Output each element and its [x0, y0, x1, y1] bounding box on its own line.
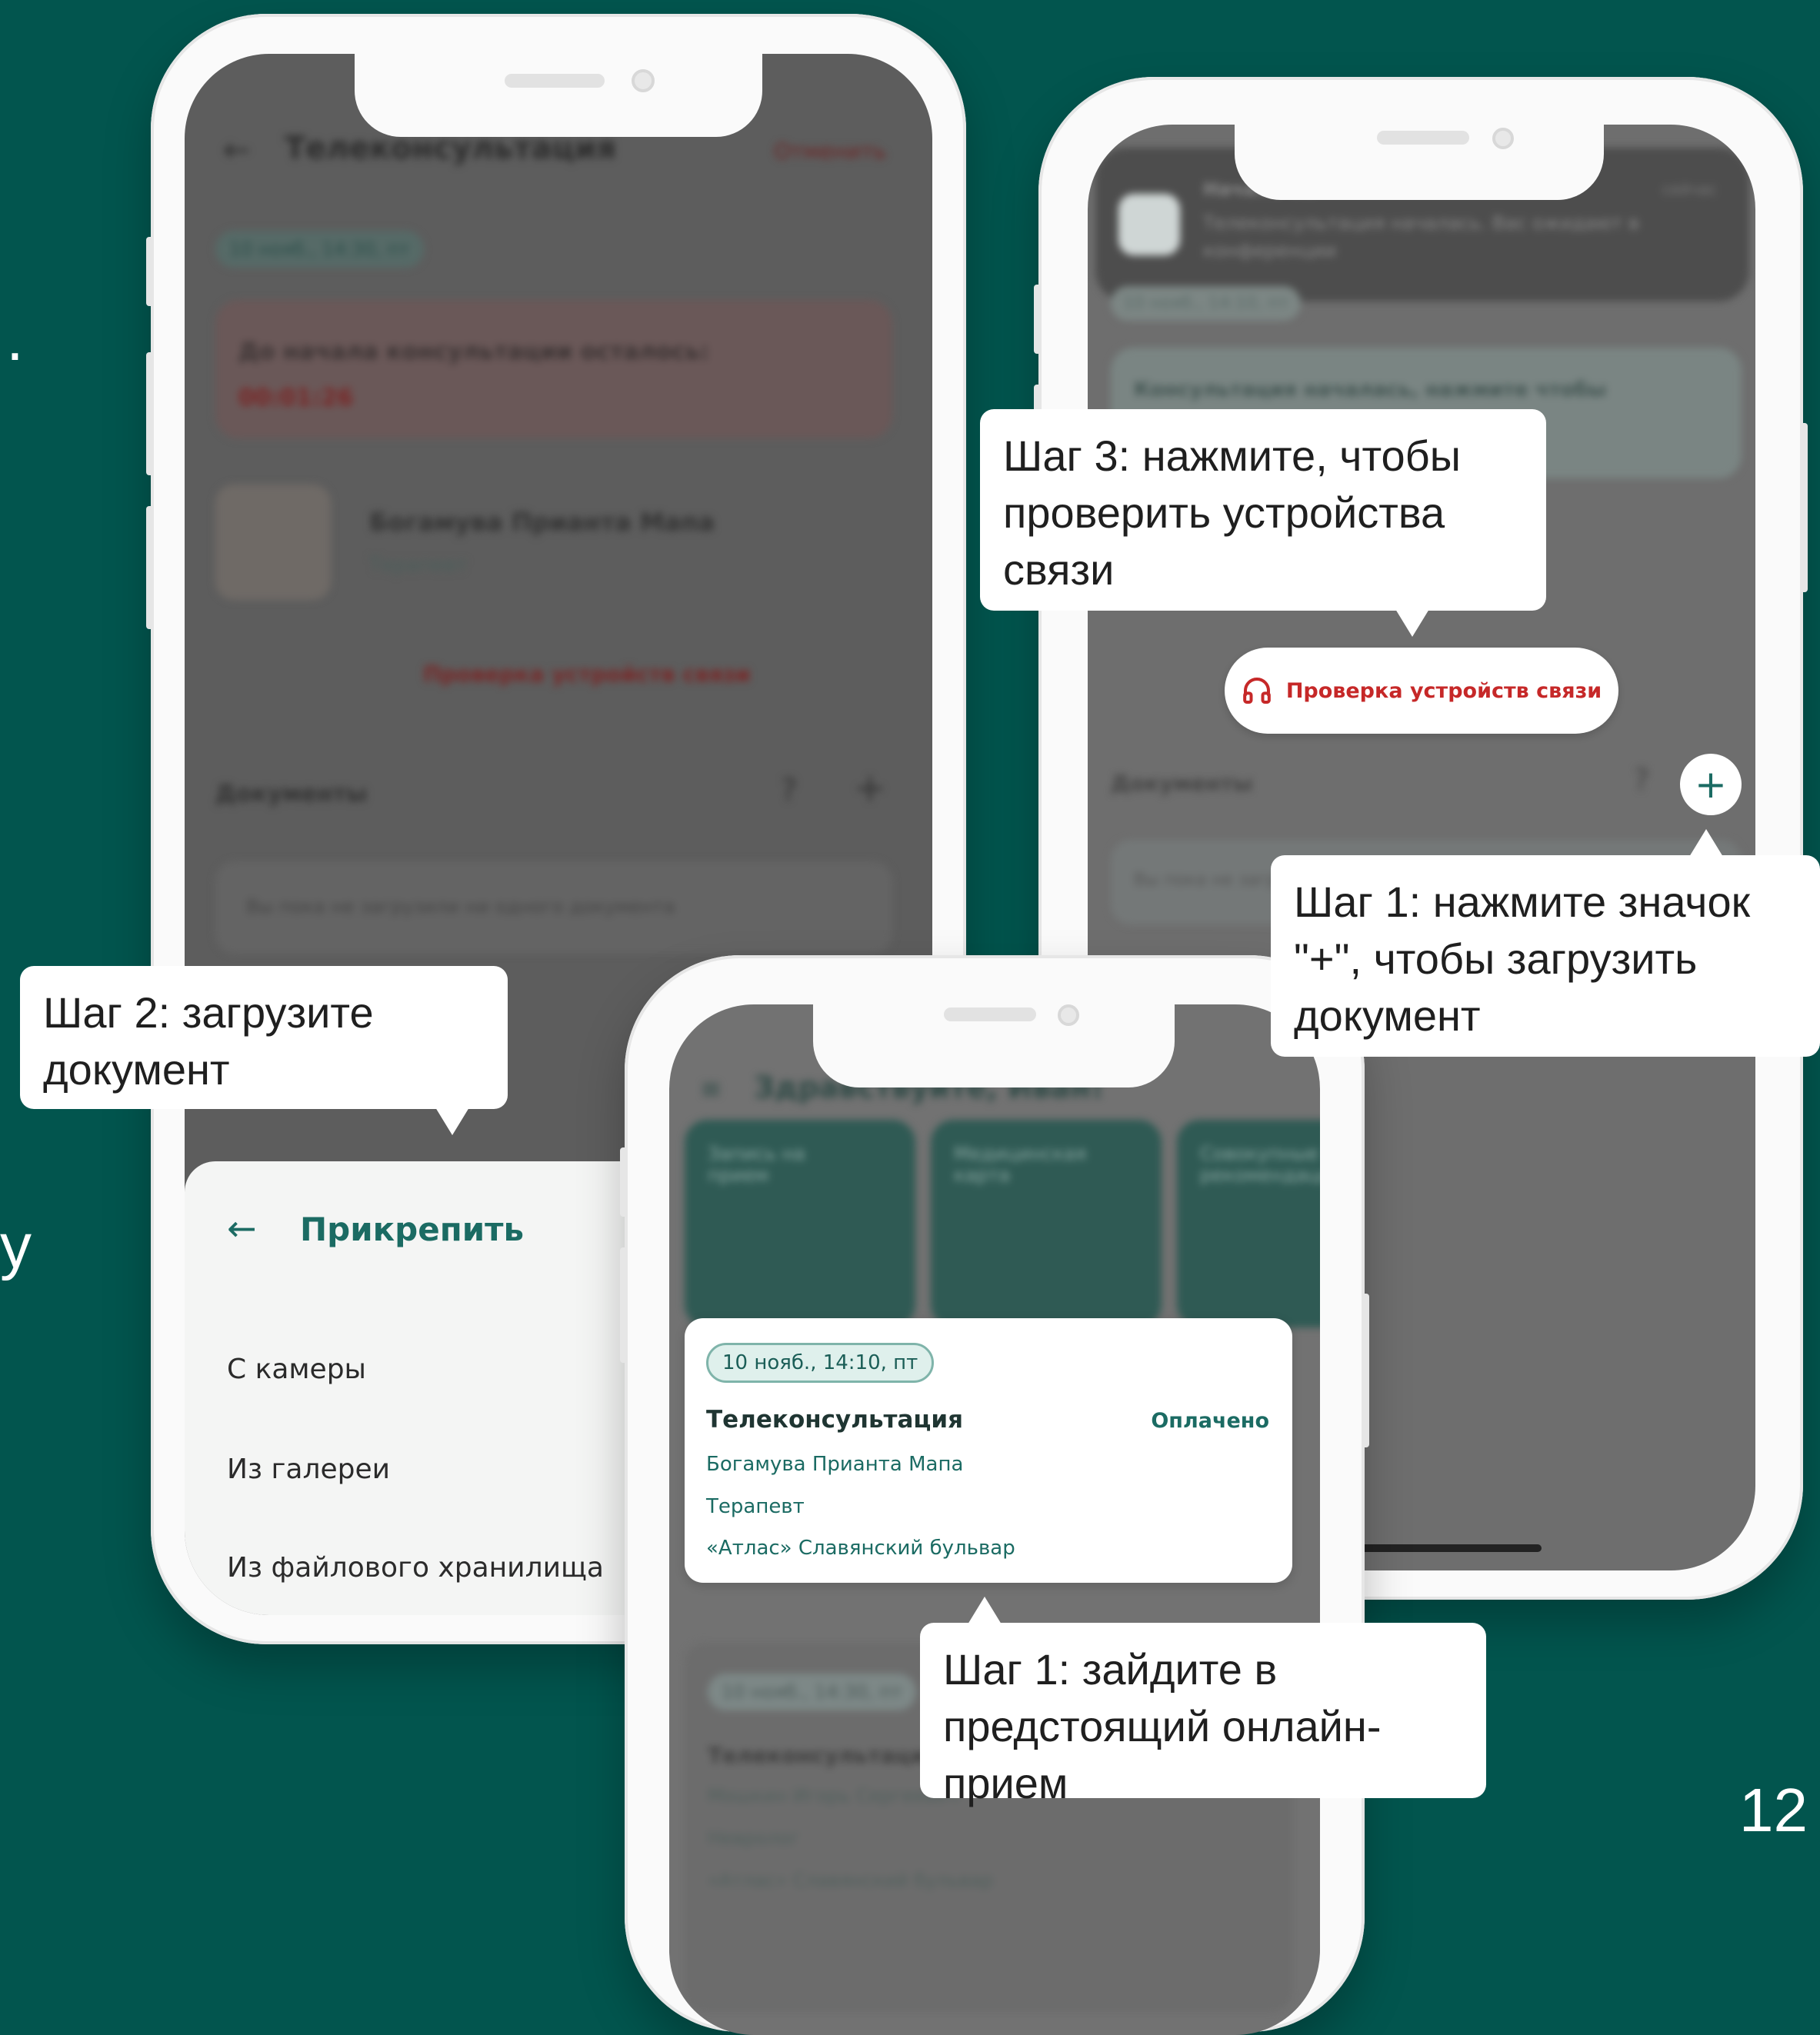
- headphones-icon: [1242, 678, 1271, 704]
- countdown-value: 00:01:26: [238, 385, 354, 411]
- cancel-link: Отменить: [773, 138, 886, 164]
- appointment-title: Телеконсультация: [706, 1406, 964, 1434]
- appointment-card[interactable]: 10 нояб., 14:10, пт Телеконсультация Опл…: [685, 1318, 1292, 1583]
- payment-status: Оплачено: [1151, 1409, 1269, 1433]
- edge-text-fragment: .: [6, 304, 24, 374]
- callout-step3: Шаг 3: нажмите, чтобы проверить устройст…: [980, 409, 1546, 637]
- date-chip: 10 нояб., 14:30, пт: [215, 231, 424, 268]
- edge-text-fragment: у: [0, 1211, 32, 1281]
- plus-icon: +: [1695, 762, 1727, 807]
- check-devices-button[interactable]: Проверка устройств связи: [1225, 648, 1618, 734]
- app-icon: [1118, 194, 1180, 255]
- phone-screen: ≡ Здравствуйте, Иван! Запись на прием Ме…: [669, 1004, 1320, 2035]
- documents-label: Документы: [215, 781, 368, 808]
- attach-from-gallery[interactable]: Из галереи: [227, 1454, 390, 1485]
- clinic-name: «Атлас» Славянский бульвар: [706, 1537, 1015, 1560]
- doctor-name: Богамува Прианта Мапа: [706, 1453, 964, 1476]
- attach-from-file-storage[interactable]: Из файлового хранилища: [227, 1552, 604, 1584]
- doctor-avatar: [215, 485, 331, 600]
- callout-step1-plus: Шаг 1: нажмите значок "+", чтобы загрузи…: [1271, 829, 1820, 1057]
- callout-step2: Шаг 2: загрузите документ: [20, 966, 508, 1135]
- attach-from-camera[interactable]: С камеры: [227, 1354, 366, 1385]
- check-devices-link: Проверка устройств связи: [423, 661, 751, 687]
- phone-notch: [355, 52, 762, 137]
- page-number: 12: [1739, 1776, 1808, 1844]
- menu-icon: ≡: [700, 1074, 722, 1104]
- arrow-left-icon[interactable]: ←: [227, 1207, 257, 1249]
- empty-docs-text: Вы пока не загрузили ни одного документа: [246, 896, 675, 918]
- doctor-name: Богамува Прианта Мапа: [369, 508, 715, 537]
- add-document-button[interactable]: +: [1680, 754, 1742, 815]
- sheet-title: Прикрепить: [300, 1211, 525, 1248]
- doctor-role: Терапевт: [706, 1495, 805, 1518]
- date-chip: 10 нояб., 14:10, пт: [706, 1343, 935, 1383]
- phone-mockup-center: ≡ Здравствуйте, Иван! Запись на прием Ме…: [620, 955, 1369, 2035]
- check-devices-label: Проверка устройств связи: [1285, 678, 1602, 703]
- doctor-role: Терапевт: [369, 554, 468, 577]
- callout-step1-enter: Шаг 1: зайдите в предстоящий онлайн-прие…: [920, 1597, 1486, 1807]
- countdown-label: До начала консультации осталось:: [238, 338, 709, 365]
